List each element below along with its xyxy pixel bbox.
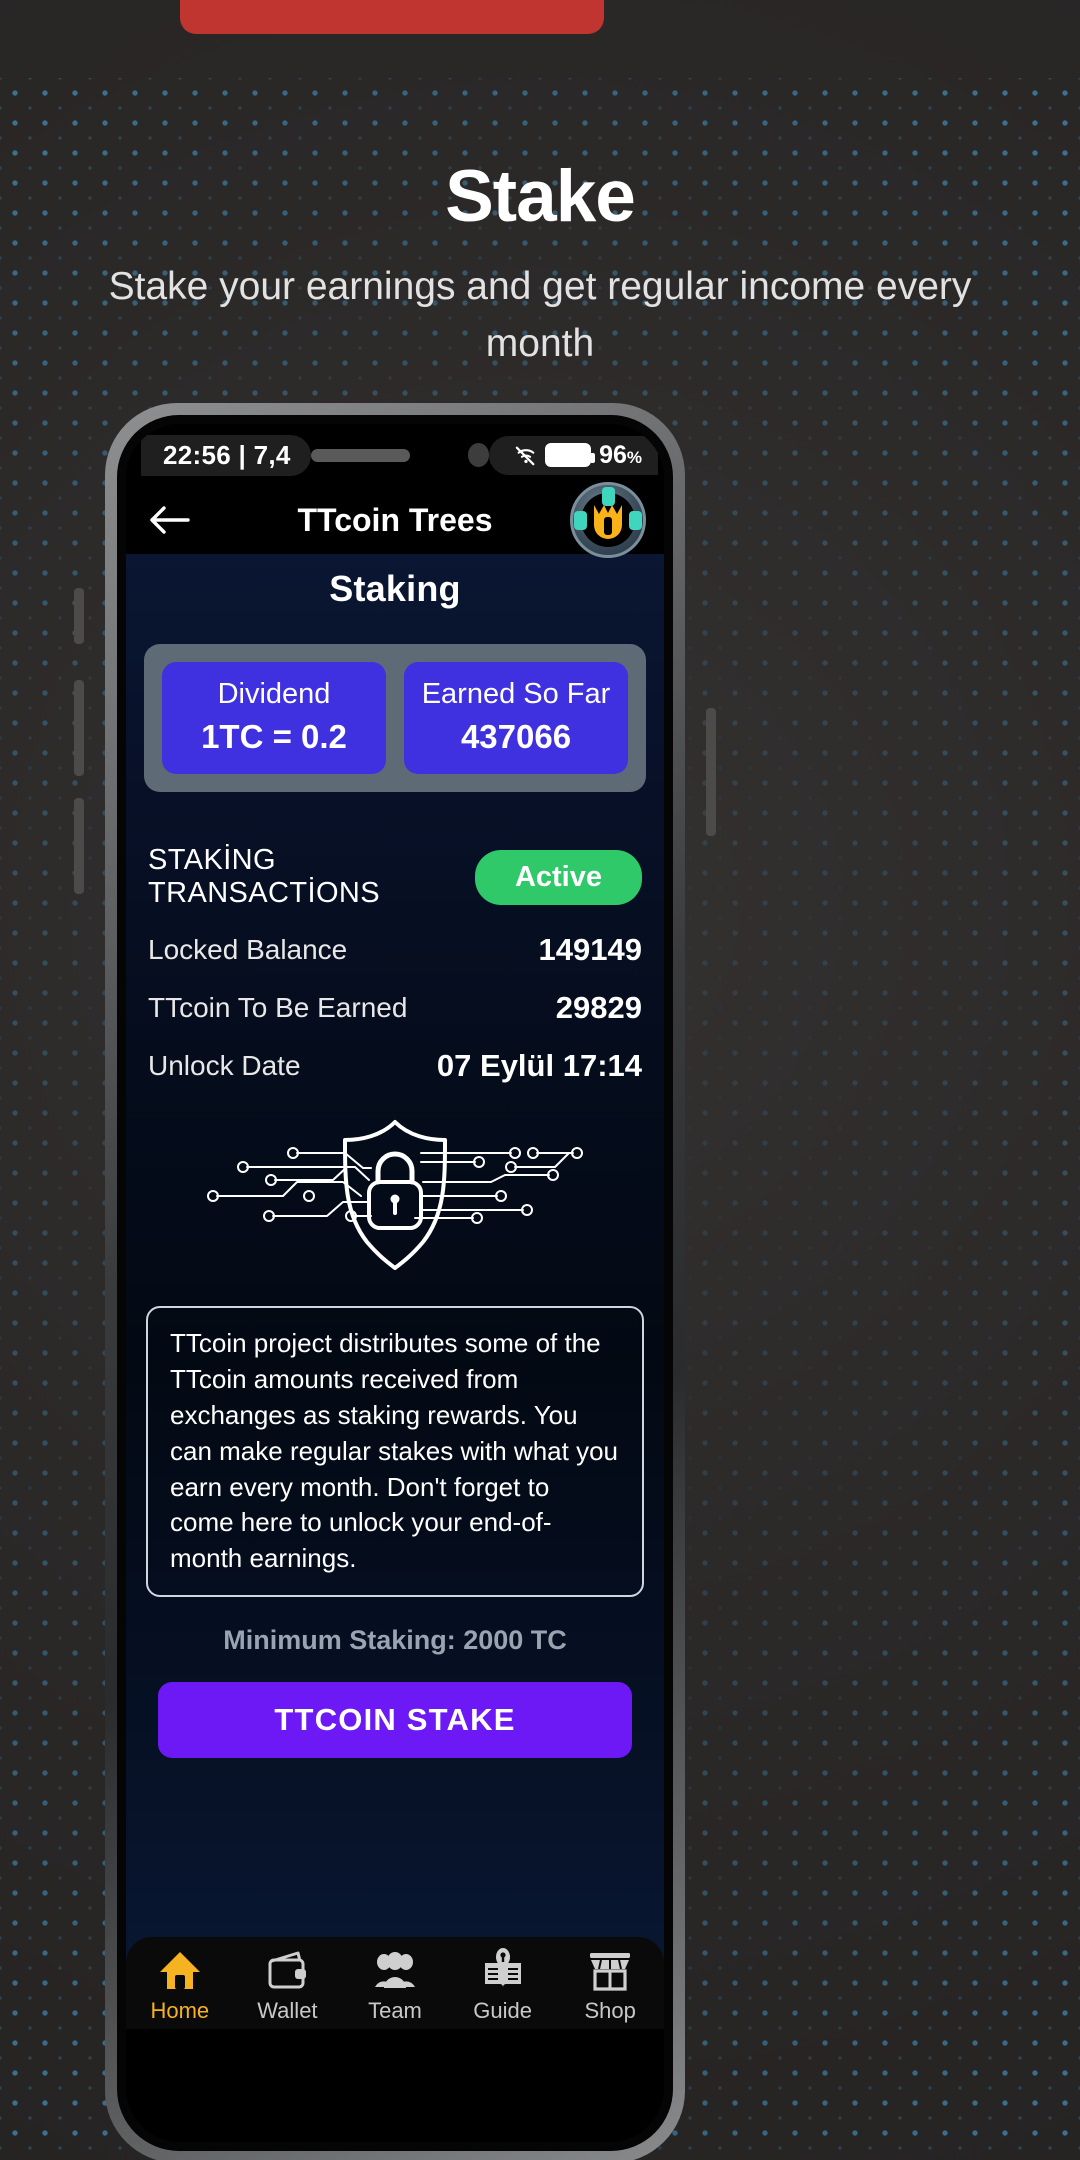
stat-label: Dividend bbox=[217, 678, 331, 710]
nav-label: Wallet bbox=[257, 1998, 318, 2023]
minimum-staking-label: Minimum Staking: 2000 TC bbox=[223, 1625, 567, 1656]
wifi-off-icon bbox=[515, 446, 535, 466]
phone-power-button[interactable] bbox=[706, 708, 716, 836]
row-value: 07 Eylül 17:14 bbox=[436, 1048, 642, 1083]
staking-transactions-title: STAKİNG TRANSACTİONS bbox=[148, 844, 380, 909]
row-label: TTcoin To Be Earned bbox=[148, 992, 408, 1023]
stat-value: 1TC = 0.2 bbox=[201, 718, 347, 755]
promo-title: Stake bbox=[445, 156, 636, 237]
nav-item-wallet[interactable]: Wallet bbox=[234, 1947, 342, 2024]
logo-gem-left bbox=[574, 511, 587, 530]
shield-lock-circuit-icon bbox=[207, 1120, 583, 1270]
info-box: TTcoin project distributes some of the T… bbox=[146, 1306, 644, 1598]
shop-icon bbox=[590, 1953, 631, 1991]
row-label: Locked Balance bbox=[148, 934, 348, 965]
nav-label: Home bbox=[150, 1998, 210, 2023]
speaker-pill bbox=[311, 448, 410, 462]
row-label: Unlock Date bbox=[148, 1050, 301, 1081]
phone-frame: 22:56 | 7,4 96% TTcoin Trees Staking Div… bbox=[105, 403, 685, 2160]
battery-percent-value: 96 bbox=[599, 440, 627, 469]
nav-label: Shop bbox=[584, 1998, 636, 2023]
phone-volume-up-button[interactable] bbox=[74, 680, 84, 776]
back-arrow-icon[interactable] bbox=[144, 500, 196, 540]
ttcoin-stake-button[interactable]: TTCOIN STAKE bbox=[158, 1682, 632, 1759]
stat-value: 437066 bbox=[460, 718, 572, 755]
staking-transactions-header: STAKİNG TRANSACTİONS Active bbox=[148, 844, 642, 910]
status-bar-clock: 22:56 | 7,4 bbox=[141, 434, 312, 476]
row-value: 29829 bbox=[555, 990, 642, 1025]
nav-item-guide[interactable]: Guide bbox=[449, 1947, 557, 2024]
battery-level-fill bbox=[548, 446, 589, 464]
logo-gem-right bbox=[629, 511, 642, 530]
stat-card-dividend[interactable]: Dividend 1TC = 0.2 bbox=[162, 662, 386, 774]
table-row: Unlock Date 07 Eylül 17:14 bbox=[148, 1026, 642, 1084]
status-bar: 22:56 | 7,4 96% bbox=[126, 424, 664, 486]
battery-percent-unit: % bbox=[626, 447, 642, 467]
red-top-banner bbox=[180, 0, 604, 34]
logo-emblem-icon bbox=[594, 505, 622, 539]
stat-card-earned-so-far[interactable]: Earned So Far 437066 bbox=[404, 662, 628, 774]
promo-subtitle: Stake your earnings and get regular inco… bbox=[108, 265, 972, 365]
battery-percent-label: 96% bbox=[599, 441, 642, 470]
wallet-icon bbox=[268, 1951, 307, 1989]
phone-mute-button[interactable] bbox=[74, 588, 84, 644]
phone-mockup: 22:56 | 7,4 96% TTcoin Trees Staking Div… bbox=[74, 403, 716, 2160]
app-header: TTcoin Trees bbox=[126, 482, 664, 558]
front-camera-punchhole bbox=[467, 443, 490, 467]
phone-screen: 22:56 | 7,4 96% TTcoin Trees Staking Div… bbox=[126, 424, 664, 2142]
row-value: 149149 bbox=[538, 932, 642, 967]
app-content: Staking Dividend 1TC = 0.2 Earned So Far… bbox=[126, 554, 664, 2029]
phone-volume-down-button[interactable] bbox=[74, 798, 84, 894]
team-icon bbox=[374, 1952, 415, 1988]
phone-bezel: 22:56 | 7,4 96% TTcoin Trees Staking Div… bbox=[117, 415, 673, 2151]
status-badge[interactable]: Active bbox=[474, 849, 642, 905]
table-row: TTcoin To Be Earned 29829 bbox=[148, 968, 642, 1026]
nav-item-shop[interactable]: Shop bbox=[556, 1947, 664, 2024]
page-title: Staking bbox=[329, 568, 461, 609]
promo-text-block: Stake Stake your earnings and get regula… bbox=[0, 160, 1080, 372]
nav-item-home[interactable]: Home bbox=[126, 1947, 234, 2024]
logo-gem-top bbox=[602, 487, 615, 506]
bottom-navigation-bar: Home Wallet Team Guide Shop bbox=[126, 1937, 664, 2029]
ttcoin-logo-icon[interactable] bbox=[570, 482, 646, 558]
table-row: Locked Balance 149149 bbox=[148, 910, 642, 968]
guide-icon bbox=[484, 1948, 521, 1987]
nav-label: Guide bbox=[473, 1998, 532, 2023]
stats-panel: Dividend 1TC = 0.2 Earned So Far 437066 bbox=[144, 644, 646, 792]
battery-full-icon bbox=[545, 443, 596, 467]
nav-item-team[interactable]: Team bbox=[341, 1947, 449, 2024]
home-icon bbox=[159, 1952, 200, 1989]
stat-label: Earned So Far bbox=[421, 678, 611, 710]
nav-label: Team bbox=[368, 1998, 422, 2023]
status-bar-indicators: 96% bbox=[489, 435, 658, 475]
